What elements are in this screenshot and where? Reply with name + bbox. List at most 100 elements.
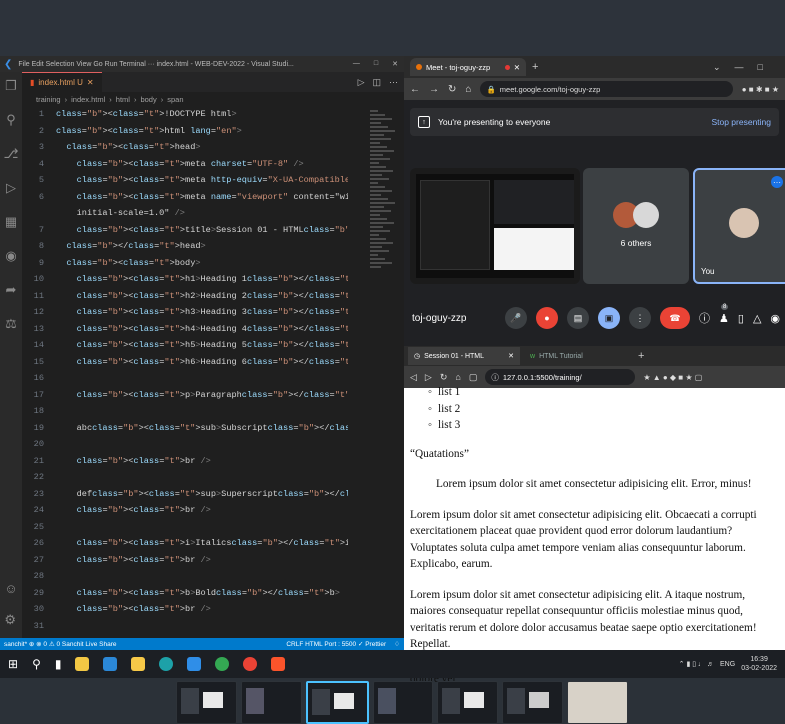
edge-icon[interactable] xyxy=(159,657,174,671)
thumbnail[interactable] xyxy=(372,681,434,724)
code-line[interactable]: 2 class="b"><class="t">html lang="en"> xyxy=(22,123,348,140)
code-line[interactable]: 10 class="b"><class="t">h1>Heading 1clas… xyxy=(22,271,348,288)
remote-icon[interactable]: ◉ xyxy=(5,248,16,264)
status-left[interactable]: sanchit* ⊕ ⊗ 0 ⚠ 0 Sanchit Live Share xyxy=(4,640,116,648)
new-tab-icon[interactable]: + xyxy=(638,350,644,362)
tab-html-tutorial[interactable]: w HTML Tutorial xyxy=(524,347,634,365)
code-line[interactable]: 29 class="b"><class="t">b>Boldclass="b">… xyxy=(22,585,348,602)
code-line[interactable]: 30 class="b"><class="t">br /> xyxy=(22,601,348,618)
code-line[interactable]: 20 xyxy=(22,436,348,453)
window-controls[interactable]: ⌄—□ xyxy=(713,62,785,73)
breadcrumb-item[interactable]: body xyxy=(140,95,156,104)
thumbnail-active[interactable] xyxy=(305,681,369,724)
reload-icon[interactable]: ↻ xyxy=(440,372,448,383)
explorer-icon[interactable]: ❐ xyxy=(5,78,17,94)
present-button[interactable]: ▣ xyxy=(598,307,620,329)
chat-icon[interactable]: ▯ xyxy=(738,312,744,325)
code-line[interactable]: 12 class="b"><class="t">h3>Heading 3clas… xyxy=(22,304,348,321)
code-line[interactable]: 6 class="b"><class="t">meta name="viewpo… xyxy=(22,189,348,206)
others-tile[interactable]: 6 others xyxy=(583,168,689,284)
settings-gear-icon[interactable]: ⚙ xyxy=(4,612,17,628)
thumbnail[interactable] xyxy=(502,681,564,724)
run-icon[interactable]: ▷ xyxy=(358,77,365,88)
language-indicator[interactable]: ENG xyxy=(720,661,735,668)
tab-session-html[interactable]: ◷ Session 01 - HTML ✕ xyxy=(408,347,520,365)
meet-tab[interactable]: Meet - toj-oguy-zzp ✕ xyxy=(410,58,526,76)
code-editor[interactable]: 1 class="b"><class="t">!DOCTYPE html> 2 cla… xyxy=(22,106,348,638)
live-share-icon[interactable]: ➦ xyxy=(6,282,17,298)
code-line[interactable]: initial-scale=1.0" /> xyxy=(22,205,348,222)
search-icon[interactable]: ⚲ xyxy=(6,112,16,128)
code-line[interactable]: 22 xyxy=(22,469,348,486)
account-icon[interactable]: ☺ xyxy=(4,581,17,596)
new-tab-icon[interactable]: + xyxy=(532,61,538,73)
vscode-taskbar-icon[interactable] xyxy=(187,657,202,671)
code-line[interactable]: 1 class="b"><class="t">!DOCTYPE html> xyxy=(22,106,348,123)
minimize-icon[interactable]: — xyxy=(353,60,360,68)
code-line[interactable]: 16 xyxy=(22,370,348,387)
clock[interactable]: 16:39 03-02-2022 xyxy=(741,655,777,673)
code-line[interactable]: 13 class="b"><class="t">h4>Heading 4clas… xyxy=(22,321,348,338)
window-controls[interactable]: — □ ✕ xyxy=(353,60,404,68)
stop-presenting-button[interactable]: Stop presenting xyxy=(711,117,771,127)
code-line[interactable]: 7 class="b"><class="t">title>Session 01 … xyxy=(22,222,348,239)
screen-share-tile[interactable] xyxy=(410,168,580,284)
sticky-notes-icon[interactable] xyxy=(131,657,146,671)
code-line[interactable]: 23 defclass="b"><class="t">sup>Superscri… xyxy=(22,486,348,503)
tab-index-html[interactable]: ▮ index.html U ✕ xyxy=(22,72,102,92)
chrome-app-icon[interactable] xyxy=(243,657,258,671)
info-icon[interactable]: ⓘ xyxy=(699,310,710,326)
preview-url-field[interactable]: ⓘ 127.0.0.1:5500/training/ xyxy=(485,369,636,385)
tab-close-icon[interactable]: ✕ xyxy=(87,78,94,87)
breadcrumb-item[interactable]: span xyxy=(167,95,183,104)
code-line[interactable]: 15 class="b"><class="t">h6>Heading 6clas… xyxy=(22,354,348,371)
home-icon[interactable]: ⌂ xyxy=(455,372,460,382)
code-line[interactable]: 19 abcclass="b"><class="t">sub>Subscript… xyxy=(22,420,348,437)
captions-button[interactable]: ▤ xyxy=(567,307,589,329)
more-options-icon[interactable]: ⋯ xyxy=(771,176,783,188)
breadcrumb-item[interactable]: index.html xyxy=(71,95,105,104)
extensions-icon[interactable]: ▦ xyxy=(5,214,17,230)
testing-icon[interactable]: ⚖ xyxy=(5,316,17,332)
code-line[interactable]: 27 class="b"><class="t">br /> xyxy=(22,552,348,569)
camera-off-button[interactable]: ● xyxy=(536,307,558,329)
tab-close-icon[interactable]: ✕ xyxy=(508,352,514,360)
back-icon[interactable]: ← xyxy=(410,84,420,95)
maximize-icon[interactable]: □ xyxy=(374,60,378,68)
status-right-items[interactable]: CRLF HTML Port : 5500 ✓ Prettier xyxy=(286,640,386,648)
self-tile[interactable]: ⋯ You xyxy=(693,168,785,284)
minimap[interactable] xyxy=(370,108,396,358)
thumbnail[interactable] xyxy=(437,681,499,724)
forward-icon[interactable]: → xyxy=(429,84,439,95)
tab-close-icon[interactable]: ✕ xyxy=(514,63,520,72)
code-line[interactable]: 14 class="b"><class="t">h5>Heading 5clas… xyxy=(22,337,348,354)
split-editor-icon[interactable]: ◫ xyxy=(372,77,381,88)
code-line[interactable]: 18 xyxy=(22,403,348,420)
close-icon[interactable]: ✕ xyxy=(392,60,398,68)
run-debug-icon[interactable]: ▷ xyxy=(6,180,16,196)
code-line[interactable]: 31 xyxy=(22,618,348,635)
forward-icon[interactable]: ▷ xyxy=(425,372,432,383)
people-icon[interactable]: ♟ 8 xyxy=(719,303,729,325)
breadcrumb-item[interactable]: training xyxy=(36,95,61,104)
start-icon[interactable]: ⊞ xyxy=(8,657,18,671)
code-line[interactable]: 3 class="b"><class="t">head> xyxy=(22,139,348,156)
leave-call-button[interactable]: ☎ xyxy=(660,307,690,329)
source-control-icon[interactable]: ⎇ xyxy=(4,146,19,162)
thumbnail[interactable] xyxy=(240,681,302,724)
reload-icon[interactable]: ↻ xyxy=(448,84,456,95)
home-icon[interactable]: ⌂ xyxy=(465,84,471,95)
file-explorer-icon[interactable] xyxy=(75,657,90,671)
code-line[interactable]: 21 class="b"><class="t">br /> xyxy=(22,453,348,470)
code-line[interactable]: 24 class="b"><class="t">br /> xyxy=(22,502,348,519)
breadcrumb-item[interactable]: html xyxy=(116,95,130,104)
more-actions-icon[interactable]: ⋯ xyxy=(389,77,398,88)
back-icon[interactable]: ◁ xyxy=(410,372,417,383)
search-icon[interactable]: ⚲ xyxy=(32,657,41,671)
thumbnail[interactable] xyxy=(176,681,237,724)
code-line[interactable]: 11 class="b"><class="t">h2>Heading 2clas… xyxy=(22,288,348,305)
code-line[interactable]: 26 class="b"><class="t">i>Italicsclass="… xyxy=(22,535,348,552)
task-view-icon[interactable]: ▮ xyxy=(55,657,62,671)
code-line[interactable]: 4 class="b"><class="t">meta charset="UTF… xyxy=(22,156,348,173)
extension-icons[interactable]: ● ■ ✱ ■ ★ xyxy=(742,85,779,94)
